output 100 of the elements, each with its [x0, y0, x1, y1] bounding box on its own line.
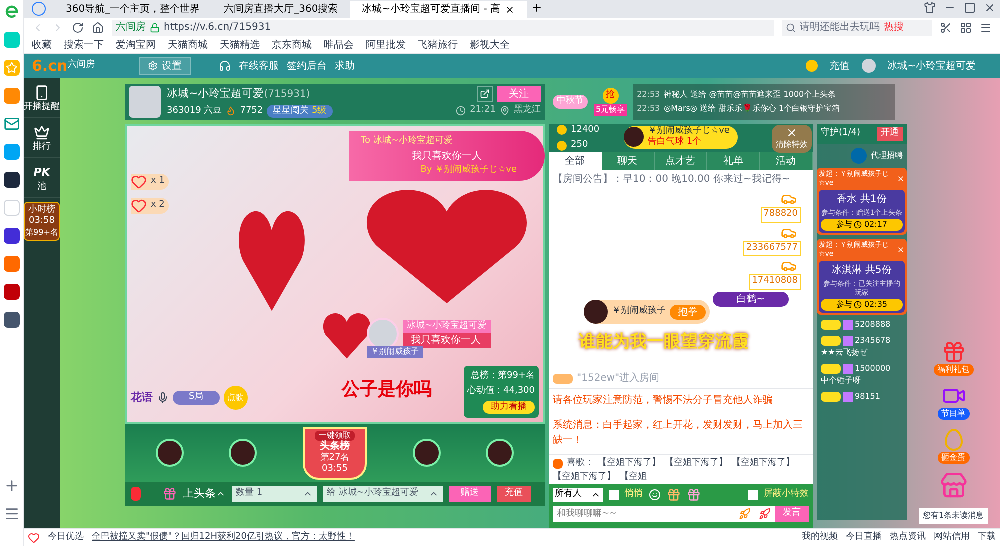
feed-time: 22:53: [637, 103, 660, 115]
close-icon[interactable]: [504, 4, 515, 14]
grab-badge[interactable]: 抢 5元畅享: [594, 88, 628, 116]
hour-rank-badge[interactable]: 小时榜 03:58 第99+名: [24, 202, 60, 240]
bookmark-link[interactable]: 阿里批发: [366, 38, 406, 52]
heart-value: 心动值：44,300: [468, 385, 535, 398]
room-notice: 【房间公告】：早10：00 晚10.00 你来过~我记得~: [552, 172, 792, 187]
recharge-link[interactable]: 充值: [830, 58, 850, 74]
whisper-checkbox[interactable]: [609, 490, 619, 500]
gift-icon[interactable]: [667, 488, 681, 502]
search-field[interactable]: 请明还能出去玩吗 热搜: [782, 20, 932, 36]
status-link[interactable]: 热点资讯: [890, 530, 926, 544]
quantity-field[interactable]: 数量 1: [232, 486, 317, 502]
boost-button[interactable]: 助力看播: [483, 400, 535, 414]
challenge-badge: 星星闯关 5级: [267, 104, 333, 118]
skin-icon[interactable]: [924, 2, 936, 14]
navigation-icon[interactable]: [32, 2, 46, 16]
recharge-button[interactable]: 充值: [497, 486, 531, 502]
chat-input[interactable]: 和我聊聊嘛~~: [553, 506, 735, 522]
heart-icon: [28, 532, 40, 544]
join-button[interactable]: 参与 02:17: [821, 219, 903, 232]
close-icon: [786, 127, 798, 139]
restore-icon[interactable]: [964, 2, 976, 14]
bookmark-link[interactable]: 唯品会: [324, 38, 354, 52]
browser-tab[interactable]: 冰城~小玲宝超可爱直播间 - 高: [350, 1, 527, 18]
level-badge-icon: [821, 336, 841, 346]
rocket-icon[interactable]: [759, 508, 771, 520]
bubble-name: 冰城~小玲宝超可爱: [403, 320, 491, 334]
mail-icon[interactable]: [4, 116, 20, 132]
clear-effects-button[interactable]: 清除特效: [772, 125, 812, 153]
status-link[interactable]: 今日直播: [846, 530, 882, 544]
recipient-field[interactable]: 给 冰城~小玲宝超可爱: [323, 486, 443, 502]
gift-icon[interactable]: [687, 488, 701, 502]
status-link[interactable]: 网站信用: [934, 530, 970, 544]
nav-link[interactable]: 求助: [335, 58, 355, 74]
avatar-icon: [486, 439, 514, 467]
block-effects-label: 屏蔽小特效: [764, 488, 809, 502]
user-name[interactable]: 冰城~小玲宝超可爱: [888, 58, 976, 74]
chat-tab[interactable]: 聊天: [602, 152, 655, 170]
unread-notice[interactable]: 您有1条未读消息: [918, 508, 988, 524]
headline-rank-badge[interactable]: 一键领取 头条榜 第27名 03:55: [302, 426, 367, 480]
bookmark-link[interactable]: 京东商城: [272, 38, 312, 52]
share-icon[interactable]: [477, 86, 493, 102]
balloon-gift-notice: ￥别闹威孩子じ☆ve 告白气球 1个: [624, 126, 738, 148]
total-rank: 总榜：第99+名: [471, 370, 535, 382]
avatar-icon: [584, 300, 608, 324]
new-tab-icon[interactable]: [530, 2, 543, 14]
coin-icon: [557, 125, 567, 136]
clock-icon: [854, 221, 862, 230]
side-menu-item[interactable]: 开播提醒: [24, 82, 60, 118]
bookmark-link[interactable]: 天猫商城: [168, 38, 208, 52]
status-label: 今日优选: [48, 530, 84, 544]
chat-tab[interactable]: 礼单: [707, 152, 760, 170]
coin-icon: [557, 140, 567, 151]
side-menu-item[interactable]: PK 池: [24, 162, 60, 198]
song-name: S局: [173, 391, 220, 405]
bookmark-link[interactable]: 爱淘宝网: [116, 38, 156, 52]
live-time: 21:21: [470, 104, 496, 118]
browser-logo-icon: [4, 4, 20, 20]
audience-select[interactable]: 所有人: [553, 488, 603, 502]
reload-icon[interactable]: [72, 22, 84, 34]
join-button[interactable]: 参与 02:35: [821, 299, 903, 312]
level-badge-icon: [553, 374, 573, 384]
emoji-icon[interactable]: [649, 489, 661, 501]
search-icon: [786, 22, 796, 32]
status-link[interactable]: 我的视频: [802, 530, 838, 544]
news-link[interactable]: 全巴被撞又卖"假债"？回归12H获利20亿引热议，官方：太野性！: [92, 530, 355, 544]
feed-time: 22:53: [637, 89, 660, 101]
anchor-avatar: [129, 86, 161, 118]
screenshot-icon[interactable]: [940, 22, 952, 34]
menu-icon[interactable]: [4, 506, 20, 522]
nav-link[interactable]: 签约后台: [287, 58, 327, 74]
car-price: 17410808: [749, 274, 801, 290]
chat-tab[interactable]: 全部: [549, 152, 602, 170]
bookmark-link[interactable]: 天猫精选: [220, 38, 260, 52]
apps-icon[interactable]: [960, 22, 972, 34]
menu-icon[interactable]: [980, 22, 992, 34]
bookmark-link[interactable]: 影视大全: [470, 38, 510, 52]
bookmark-link[interactable]: 收藏: [32, 38, 52, 52]
site-logo: 6.cn: [32, 58, 68, 74]
home-icon[interactable]: [92, 22, 104, 34]
program-button[interactable]: 节目单: [938, 384, 970, 420]
block-effects-checkbox[interactable]: [748, 490, 758, 500]
rocket-icon[interactable]: [739, 508, 751, 520]
chat-tab[interactable]: 点才艺: [654, 152, 708, 170]
gift-icon: [163, 487, 177, 501]
close-icon[interactable]: [984, 2, 996, 14]
headline-dropdown[interactable]: 上头条: [183, 486, 226, 502]
nav-link[interactable]: 在线客服: [239, 58, 279, 74]
add-icon[interactable]: [4, 478, 20, 494]
avatar-icon: [229, 439, 258, 467]
address-field[interactable]: 六间房 https://v.6.cn/715931: [112, 20, 774, 36]
song-label: 花语: [131, 390, 153, 406]
side-menu-item[interactable]: 排行: [24, 122, 60, 158]
level-badge-icon: [821, 364, 841, 374]
bookmark-link[interactable]: 飞猪旅行: [418, 38, 458, 52]
bookmark-link[interactable]: 搜索一下: [64, 38, 104, 52]
status-link[interactable]: 下载: [978, 530, 996, 544]
coin-icon: [806, 60, 818, 72]
open-guard-button[interactable]: 开通: [877, 127, 903, 141]
